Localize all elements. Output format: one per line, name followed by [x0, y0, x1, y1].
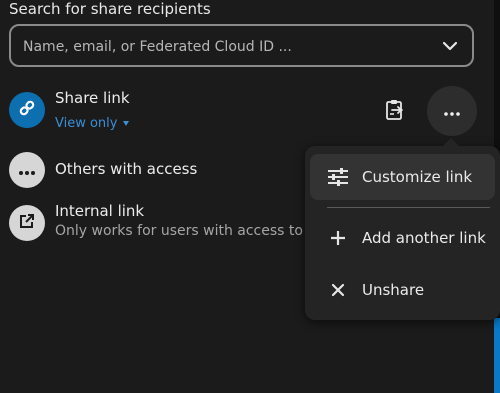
menu-divider [327, 207, 490, 208]
share-link-title: Share link [55, 89, 130, 107]
menu-item-label: Add another link [362, 229, 486, 247]
permission-dropdown[interactable]: View only [55, 116, 130, 131]
others-title: Others with access [55, 160, 198, 178]
chevron-down-icon[interactable] [440, 36, 460, 56]
external-link-icon [19, 213, 35, 233]
internal-link-title: Internal link [55, 202, 145, 220]
link-avatar [9, 92, 45, 128]
menu-item-label: Customize link [362, 168, 473, 186]
link-icon [18, 99, 36, 121]
ellipsis-icon [443, 102, 461, 121]
ellipsis-icon [18, 161, 36, 180]
tune-icon [327, 166, 349, 188]
others-avatar [9, 152, 45, 188]
clipboard-icon[interactable] [384, 98, 406, 122]
menu-item-unshare[interactable]: Unshare [310, 267, 495, 313]
menu-item-add-another-link[interactable]: Add another link [310, 215, 495, 261]
internal-link-subtitle: Only works for users with access to this… [55, 223, 340, 239]
internal-link-avatar [9, 205, 45, 241]
search-label: Search for share recipients [9, 0, 211, 18]
plus-icon [327, 227, 349, 249]
search-field[interactable] [9, 24, 474, 67]
caret-down-icon [123, 121, 130, 126]
menu-arrow [442, 138, 460, 147]
more-actions-button[interactable] [427, 86, 477, 136]
link-actions-menu: Customize link Add another link Unshare [305, 138, 500, 320]
search-input[interactable] [23, 35, 423, 59]
menu-item-customize-link[interactable]: Customize link [310, 154, 495, 200]
menu-item-label: Unshare [362, 281, 425, 299]
accent-strip [494, 318, 500, 393]
close-icon [327, 279, 349, 301]
sharing-panel: Search for share recipients Share link V… [0, 0, 500, 393]
permission-label: View only [55, 116, 118, 131]
